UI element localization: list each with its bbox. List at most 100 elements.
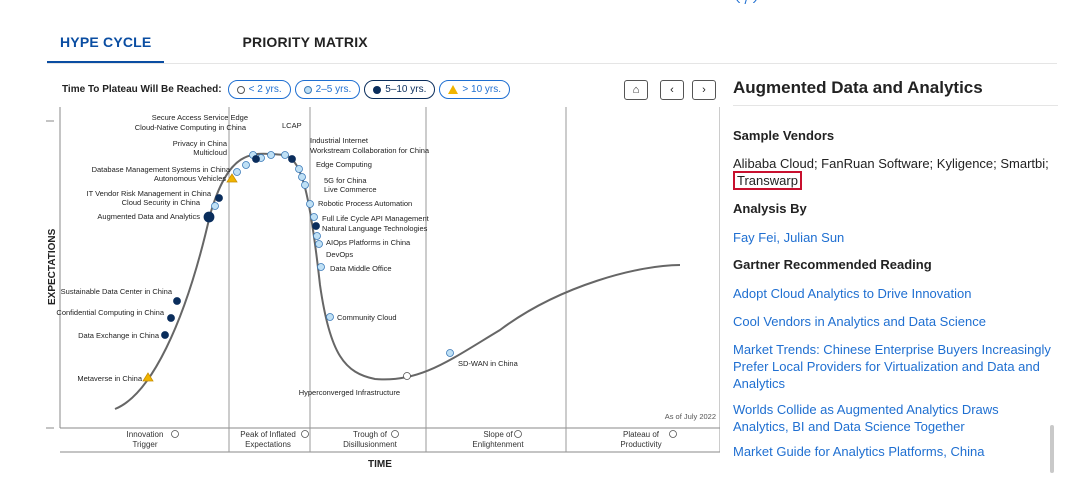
analysts-link[interactable]: Fay Fei, Julian Sun xyxy=(733,229,1053,246)
phase-label: Trigger xyxy=(132,440,157,449)
point-label: 5G for China xyxy=(324,176,367,185)
reading-link[interactable]: Adopt Cloud Analytics to Drive Innovatio… xyxy=(733,285,1053,302)
home-button[interactable]: ⌂ xyxy=(624,80,648,100)
point-label: Community Cloud xyxy=(337,313,397,322)
next-button[interactable]: › xyxy=(692,80,716,100)
point-label: LCAP xyxy=(282,121,302,130)
reading-link[interactable]: Market Guide for Analytics Platforms, Ch… xyxy=(733,443,1053,460)
point-label: Privacy in China xyxy=(173,139,228,148)
reading-link[interactable]: Worlds Collide as Augmented Analytics Dr… xyxy=(733,401,1053,435)
view-tabs: HYPE CYCLE PRIORITY MATRIX xyxy=(47,34,416,64)
marker-workstream-collaboration[interactable] xyxy=(288,155,296,163)
marker-natural-language-technologies[interactable] xyxy=(312,222,320,230)
point-label: Natural Language Technologies xyxy=(322,224,428,233)
y-axis-label: EXPECTATIONS xyxy=(47,228,58,305)
point-label: SD-WAN in China xyxy=(458,359,519,368)
panel-title: Augmented Data and Analytics xyxy=(733,78,983,97)
chevron-left-icon: ‹ xyxy=(670,84,674,96)
light-circle-icon xyxy=(303,85,312,94)
point-label: Secure Access Service Edge xyxy=(152,113,248,122)
point-label: Autonomous Vehicles xyxy=(154,174,226,183)
tab-divider xyxy=(47,63,1057,64)
marker-database-management-systems[interactable] xyxy=(233,168,241,176)
marker-devops[interactable] xyxy=(315,240,323,248)
marker-5g-for-china[interactable] xyxy=(298,173,306,181)
marker-multicloud[interactable] xyxy=(242,161,250,169)
point-label: Database Management Systems in China xyxy=(92,165,231,174)
tab-priority-matrix[interactable]: PRIORITY MATRIX xyxy=(242,34,367,64)
phase-label: Enlightenment xyxy=(472,440,524,449)
time-to-plateau-filter: Time To Plateau Will Be Reached: < 2 yrs… xyxy=(62,80,514,99)
analysis-by-heading: Analysis By xyxy=(733,201,807,216)
panel-scrollbar[interactable] xyxy=(1050,425,1054,473)
marker-live-commerce[interactable] xyxy=(301,181,309,189)
info-icon[interactable] xyxy=(669,430,677,438)
marker-hyperconverged-infrastructure[interactable] xyxy=(403,372,411,380)
marker-confidential-computing[interactable] xyxy=(167,314,175,322)
point-label: Confidential Computing in China xyxy=(56,308,164,317)
x-axis-label: TIME xyxy=(368,459,392,470)
point-label: Data Middle Office xyxy=(330,264,392,273)
filter-under-2-yrs[interactable]: < 2 yrs. xyxy=(227,80,291,99)
marker-edge-computing[interactable] xyxy=(295,165,303,173)
marker-industrial-internet[interactable] xyxy=(281,151,289,159)
marker-data-middle-office[interactable] xyxy=(317,263,325,271)
filter-2-5-yrs[interactable]: 2–5 yrs. xyxy=(294,80,361,99)
marker-augmented-data-and-analytics[interactable] xyxy=(203,211,215,223)
marker-community-cloud[interactable] xyxy=(326,313,334,321)
top-cut-link[interactable]: ‹ / › xyxy=(736,0,757,7)
marker-aiops-platforms[interactable] xyxy=(313,232,321,240)
point-label: Full Life Cycle API Management xyxy=(322,214,430,223)
point-label: Data Exchange in China xyxy=(78,331,160,340)
vendors-list: Alibaba Cloud; FanRuan Software; Kyligen… xyxy=(733,155,1053,190)
phase-label: Disillusionment xyxy=(343,440,398,449)
filter-label: Time To Plateau Will Be Reached: xyxy=(62,84,222,95)
chart-markers xyxy=(142,151,454,382)
point-label: Metaverse in China xyxy=(77,374,142,383)
point-label: Sustainable Data Center in China xyxy=(61,287,173,296)
info-icon[interactable] xyxy=(301,430,309,438)
point-label: Industrial Internet xyxy=(310,136,369,145)
point-label: Live Commerce xyxy=(324,185,377,194)
phase-label: Trough of xyxy=(353,430,388,439)
hype-cycle-chart: Secure Access Service Edge Cloud-Native … xyxy=(46,107,720,470)
point-label: Workstream Collaboration for China xyxy=(310,146,430,155)
tab-hype-cycle[interactable]: HYPE CYCLE xyxy=(47,34,165,64)
marker-sd-wan[interactable] xyxy=(446,349,454,357)
as-of-date: As of July 2022 xyxy=(665,412,716,421)
phase-label: Peak of Inflated xyxy=(240,430,296,439)
phase-label: Expectations xyxy=(245,440,291,449)
home-icon: ⌂ xyxy=(632,84,640,96)
info-icon[interactable] xyxy=(514,430,522,438)
marker-it-vendor-risk-management[interactable] xyxy=(215,194,223,202)
recommended-reading-heading: Gartner Recommended Reading xyxy=(733,257,932,272)
marker-data-exchange[interactable] xyxy=(161,331,169,339)
vendors-text: Alibaba Cloud; FanRuan Software; Kyligen… xyxy=(733,156,1049,171)
marker-robotic-process-automation[interactable] xyxy=(306,200,314,208)
marker-lcap[interactable] xyxy=(267,151,275,159)
warning-triangle-icon xyxy=(448,85,459,94)
info-icon[interactable] xyxy=(171,430,179,438)
info-icon[interactable] xyxy=(391,430,399,438)
sample-vendors-heading: Sample Vendors xyxy=(733,128,835,143)
point-label: Cloud Security in China xyxy=(122,198,201,207)
point-label: Augmented Data and Analytics xyxy=(97,212,200,221)
point-label: Edge Computing xyxy=(316,160,372,169)
marker-full-life-cycle-api[interactable] xyxy=(310,213,318,221)
reading-link[interactable]: Market Trends: Chinese Enterprise Buyers… xyxy=(733,341,1053,392)
filter-5-10-yrs[interactable]: 5–10 yrs. xyxy=(364,80,436,99)
phase-labels: Innovation Trigger Peak of Inflated Expe… xyxy=(127,430,662,449)
marker-privacy-in-china[interactable] xyxy=(252,155,260,163)
filter-over-10-yrs[interactable]: > 10 yrs. xyxy=(439,80,511,99)
point-label: DevOps xyxy=(326,250,353,259)
white-circle-icon xyxy=(236,85,245,94)
vendor-highlight: Transwarp xyxy=(733,171,802,190)
previous-button[interactable]: ‹ xyxy=(660,80,684,100)
navy-circle-icon xyxy=(373,85,382,94)
marker-sustainable-data-center[interactable] xyxy=(173,297,181,305)
point-label: Hyperconverged Infrastructure xyxy=(299,388,400,397)
marker-cloud-security[interactable] xyxy=(211,202,219,210)
point-label: Robotic Process Automation xyxy=(318,199,412,208)
panel-divider xyxy=(733,105,1058,106)
reading-link[interactable]: Cool Vendors in Analytics and Data Scien… xyxy=(733,313,1053,330)
